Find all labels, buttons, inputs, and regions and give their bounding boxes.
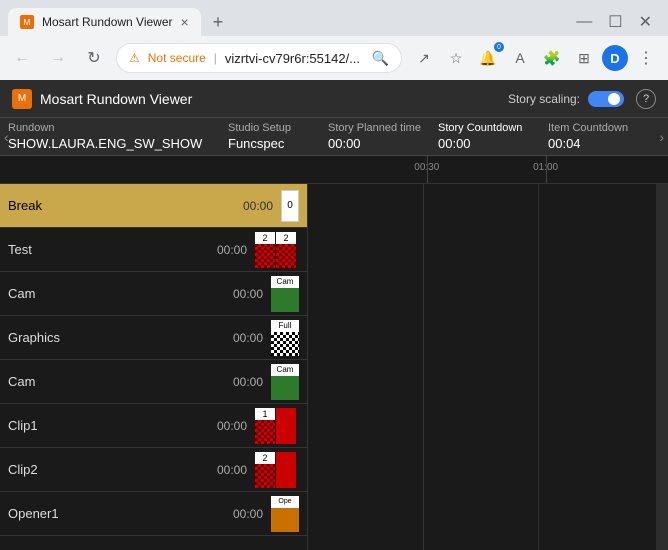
app-header: M Mosart Rundown Viewer Story scaling: ?: [0, 80, 668, 118]
browser-frame: M Mosart Rundown Viewer × + — ☐ ✕ ← → ↻ …: [0, 0, 668, 80]
browser-actions: ↗ ☆ 🔔 0 A 🧩 ⊞ D ⋮: [410, 44, 660, 72]
row-time: 00:00: [202, 463, 247, 477]
extensions-button[interactable]: 🧩: [538, 44, 566, 72]
timeline-gridline: [538, 184, 539, 550]
app-logo: M: [12, 89, 32, 109]
row-time: 00:00: [218, 331, 263, 345]
tab-close-button[interactable]: ×: [181, 14, 189, 30]
timeline-ruler: 00:30 01:00: [0, 156, 668, 184]
row-indicator: 2: [255, 452, 299, 488]
row-indicator: 1: [255, 408, 299, 444]
active-tab[interactable]: M Mosart Rundown Viewer ×: [8, 8, 201, 36]
row-indicator: 0: [281, 190, 299, 222]
maximize-button[interactable]: ☐: [608, 12, 622, 32]
timeline-marks: 00:30 01:00: [308, 156, 668, 183]
browser-controls: ← → ↻ ⚠ Not secure | vizrtvi-cv79r6r:551…: [0, 36, 668, 80]
row-label: Opener1: [8, 506, 210, 521]
row-indicator: Full: [271, 320, 299, 356]
help-button[interactable]: ?: [636, 89, 656, 109]
row-time: 00:00: [218, 287, 263, 301]
row-label: Test: [8, 242, 194, 257]
row-time: 00:00: [228, 199, 273, 213]
row-label: Cam: [8, 374, 210, 389]
timeline-gridline: [423, 184, 424, 550]
address-text: vizrtvi-cv79r6r:55142/...: [225, 51, 364, 66]
timeline-mark-2: 01:00: [533, 162, 558, 173]
profile-button[interactable]: D: [602, 45, 628, 71]
refresh-button[interactable]: ↻: [80, 44, 108, 72]
back-button[interactable]: ←: [8, 44, 36, 72]
col-countdown-value: 00:00: [438, 136, 532, 151]
address-bar[interactable]: ⚠ Not secure | vizrtvi-cv79r6r:55142/...…: [116, 43, 402, 73]
app-title: Mosart Rundown Viewer: [40, 91, 508, 107]
row-label: Clip2: [8, 462, 194, 477]
col-planned: Story Planned time 00:00: [320, 118, 430, 155]
col-studio-label: Studio Setup: [228, 122, 312, 134]
menu-button[interactable]: ⋮: [632, 44, 660, 72]
address-separator: |: [214, 51, 217, 65]
sidebar-button[interactable]: ⊞: [570, 44, 598, 72]
new-tab-button[interactable]: +: [205, 12, 232, 33]
list-item[interactable]: Clip1 00:00 1: [0, 404, 307, 448]
translate-button[interactable]: A: [506, 44, 534, 72]
col-planned-value: 00:00: [328, 136, 422, 151]
col-item-label: Item Countdown: [548, 122, 642, 134]
list-item[interactable]: Opener1 00:00 Ope: [0, 492, 307, 536]
col-item: Item Countdown 00:04: [540, 118, 650, 155]
list-item[interactable]: Test 00:00 2 2: [0, 228, 307, 272]
col-rundown-value: SHOW.LAURA.ENG_SW_SHOW: [8, 136, 212, 151]
list-item[interactable]: Clip2 00:00 2: [0, 448, 307, 492]
forward-button[interactable]: →: [44, 44, 72, 72]
row-time: 00:00: [218, 507, 263, 521]
list-item[interactable]: Graphics 00:00 Full: [0, 316, 307, 360]
col-rundown-label: Rundown: [8, 122, 212, 134]
share-button[interactable]: ↗: [410, 44, 438, 72]
col-countdown: Story Countdown 00:00: [430, 118, 540, 155]
row-label: Break: [8, 198, 220, 213]
timeline-visual: [308, 184, 656, 550]
list-item[interactable]: Cam 00:00 Cam: [0, 272, 307, 316]
table-header: ‹ Rundown SHOW.LAURA.ENG_SW_SHOW Studio …: [0, 118, 668, 156]
security-icon: ⚠: [129, 51, 140, 65]
rows-panel: Break 00:00 0 Test 00:00 2 2: [0, 184, 308, 550]
list-item[interactable]: Cam 00:00 Cam: [0, 360, 307, 404]
col-planned-label: Story Planned time: [328, 122, 422, 134]
col-rundown: Rundown SHOW.LAURA.ENG_SW_SHOW: [0, 118, 220, 155]
row-indicator: Cam: [271, 364, 299, 400]
list-item[interactable]: Break 00:00 0: [0, 184, 307, 228]
tab-bar: M Mosart Rundown Viewer × + — ☐ ✕: [0, 0, 668, 36]
notification-badge: 0: [494, 42, 504, 52]
search-icon: 🔍: [372, 50, 389, 67]
scaling-toggle[interactable]: [588, 91, 624, 107]
bookmark-button[interactable]: ☆: [442, 44, 470, 72]
security-label: Not secure: [148, 51, 206, 65]
timeline-spacer: [0, 156, 308, 183]
tab-title: Mosart Rundown Viewer: [42, 15, 173, 29]
minimize-button[interactable]: —: [576, 13, 592, 31]
nav-right-button[interactable]: ›: [659, 129, 664, 145]
row-time: 00:00: [218, 375, 263, 389]
app-container: M Mosart Rundown Viewer Story scaling: ?…: [0, 80, 668, 550]
col-studio-value: Funcspec: [228, 136, 312, 151]
content-area: Break 00:00 0 Test 00:00 2 2: [0, 184, 668, 550]
row-time: 00:00: [202, 243, 247, 257]
tab-favicon: M: [20, 15, 34, 29]
nav-left-button[interactable]: ‹: [4, 129, 9, 145]
col-studio: Studio Setup Funcspec: [220, 118, 320, 155]
notification-button[interactable]: 🔔 0: [474, 44, 502, 72]
scrollbar[interactable]: [656, 184, 668, 550]
col-countdown-label: Story Countdown: [438, 122, 532, 134]
row-label: Cam: [8, 286, 210, 301]
row-label: Clip1: [8, 418, 194, 433]
row-indicator: Cam: [271, 276, 299, 312]
row-label: Graphics: [8, 330, 210, 345]
story-scaling-control: Story scaling:: [508, 91, 624, 107]
row-indicator: 2 2: [255, 232, 299, 268]
close-window-button[interactable]: ✕: [639, 12, 652, 32]
row-time: 00:00: [202, 419, 247, 433]
row-indicator: Ope: [271, 496, 299, 532]
col-item-value: 00:04: [548, 136, 642, 151]
story-scaling-label: Story scaling:: [508, 92, 580, 106]
timeline-mark-1: 00:30: [414, 162, 439, 173]
